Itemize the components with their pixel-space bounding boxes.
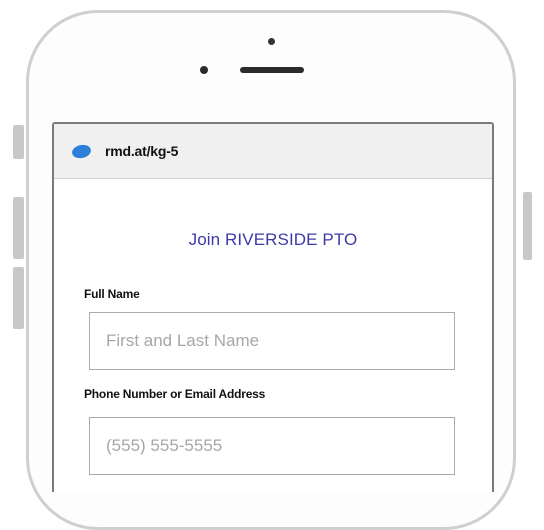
front-camera-icon <box>268 38 275 45</box>
mute-switch <box>13 125 24 159</box>
url-text[interactable]: rmd.at/kg-5 <box>105 143 178 159</box>
browser-address-bar[interactable]: rmd.at/kg-5 <box>54 124 492 179</box>
full-name-label: Full Name <box>84 287 140 301</box>
phone-screen: rmd.at/kg-5 Join RIVERSIDE PTO Full Name… <box>52 122 494 492</box>
power-button <box>523 192 532 260</box>
earpiece-speaker-icon <box>240 67 304 73</box>
volume-down-button <box>13 267 24 329</box>
form-title: Join RIVERSIDE PTO <box>188 230 358 249</box>
full-name-input[interactable] <box>89 312 455 370</box>
phone-or-email-input[interactable] <box>89 417 455 475</box>
proximity-sensor-icon <box>200 66 208 74</box>
contact-label: Phone Number or Email Address <box>84 387 266 401</box>
volume-up-button <box>13 197 24 259</box>
blue-cloud-icon <box>70 142 93 160</box>
